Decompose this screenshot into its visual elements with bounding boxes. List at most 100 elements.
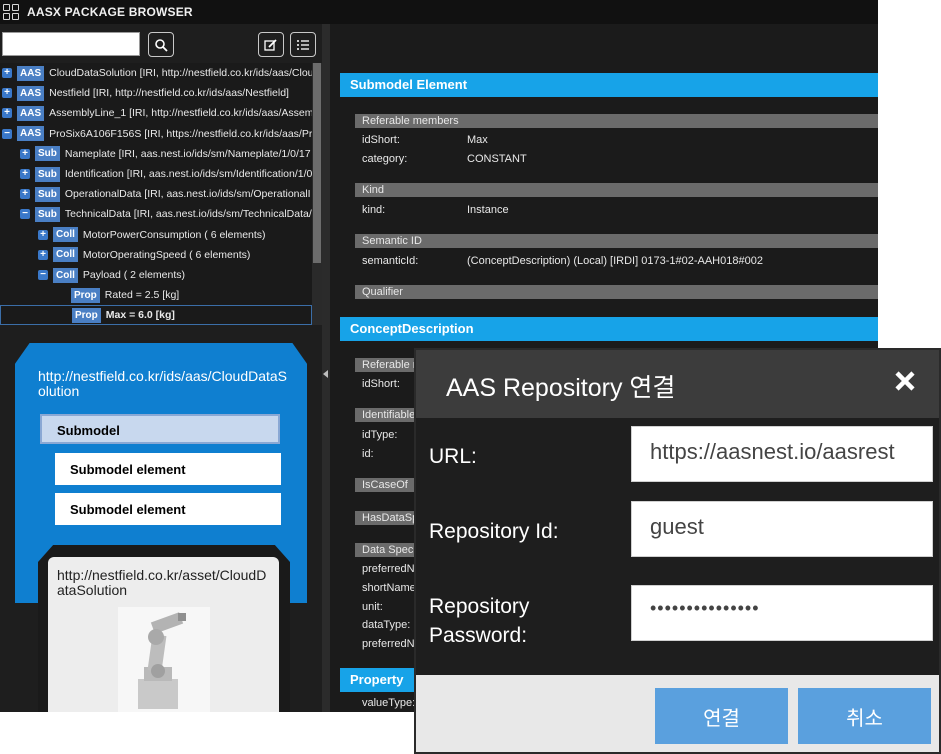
cd-idshort-key: idShort: [362, 378, 400, 390]
search-button[interactable] [148, 32, 174, 57]
node-type-badge: Coll [53, 247, 78, 263]
dialog-title: AAS Repository 연결 [446, 374, 676, 402]
group-kind: Kind [355, 183, 878, 197]
expand-icon[interactable]: + [20, 169, 30, 179]
node-type-badge: Prop [71, 287, 100, 303]
tree-row-label: Rated = 2.5 [kg] [104, 289, 180, 302]
tree-row[interactable]: + AAS Nestfield [IRI, http://nestfield.co.… [0, 83, 312, 103]
kind-value: Instance [467, 204, 509, 216]
tree-row[interactable]: + AAS CloudDataSolution [IRI, http://nestf… [0, 63, 312, 83]
password-label-line1: Repository [429, 595, 530, 618]
idtype-key: idType: [362, 429, 398, 441]
preferred-name-key-2: preferredN [362, 638, 415, 650]
search-icon [155, 38, 168, 52]
tree-row-label: Nameplate [IRI, aas.nest.io/ids/sm/Namep… [64, 147, 311, 160]
kind-key: kind: [362, 204, 386, 216]
expand-icon[interactable]: + [38, 249, 48, 260]
tree-row-label: CloudDataSolution [IRI, http://nestfield… [49, 67, 312, 79]
repository-id-label: Repository Id: [429, 520, 559, 543]
tree-row-label: ProSix6A106F156S [IRI, https://nestfield… [49, 127, 312, 140]
node-type-badge: AAS [17, 105, 45, 121]
short-name-key: shortName [362, 582, 416, 594]
tree-row[interactable]: − AAS ProSix6A106F156S [IRI, https://nestf… [0, 124, 312, 144]
robot-arm-icon [138, 612, 186, 709]
unit-key: unit: [362, 601, 383, 613]
title-bar: AASX PACKAGE BROWSER [0, 0, 878, 24]
tree-row[interactable]: + Coll MotorPowerConsumption ( 6 elements) [0, 225, 312, 245]
tree-row[interactable]: + AAS AssemblyLine_1 [IRI, http://nestfiel… [0, 103, 312, 123]
semantic-id-key: semanticId: [362, 255, 419, 267]
preferred-name-key: preferredN [362, 563, 415, 575]
tree-row[interactable]: Prop Max = 6.0 [kg] [0, 305, 312, 325]
tree-row[interactable]: + Sub Nameplate [IRI, aas.nest.io/ids/sm/N… [0, 144, 312, 164]
idshort-key: idShort: [362, 134, 400, 146]
section-submodel-element: Submodel Element [340, 73, 878, 97]
aas-id-text: http://nestfield.co.kr/ids/aas/CloudData… [38, 368, 288, 399]
valuetype-key: valueType: [362, 697, 416, 709]
expand-icon[interactable]: + [2, 108, 12, 119]
scrollbar-thumb[interactable] [313, 63, 321, 263]
tree-row[interactable]: − Coll Payload ( 2 elements) [0, 265, 312, 285]
submodel-box[interactable]: Submodel [40, 414, 280, 444]
collapse-icon[interactable]: − [2, 128, 12, 139]
repository-id-field[interactable]: guest [631, 501, 933, 557]
panel-splitter[interactable] [322, 24, 330, 712]
tree-row-label: Identification [IRI, aas.nest.io/ids/sm/… [64, 168, 312, 180]
robot-arm-image [118, 607, 210, 712]
edit-icon [264, 38, 277, 51]
node-type-badge: Sub [35, 166, 60, 182]
list-icon [297, 39, 309, 50]
node-type-badge: Sub [35, 186, 60, 202]
node-type-badge: Coll [53, 267, 78, 283]
collapse-arrow-icon[interactable] [323, 370, 328, 378]
search-input[interactable] [2, 32, 140, 56]
node-type-badge: Coll [53, 227, 78, 243]
node-type-badge: Prop [72, 307, 101, 323]
semantic-id-value: (ConceptDescription) (Local) [IRDI] 0173… [467, 255, 763, 267]
connect-button[interactable]: 연결 [655, 688, 788, 744]
category-key: category: [362, 153, 408, 165]
tree-row[interactable]: Prop Rated = 2.5 [kg] [0, 285, 312, 305]
node-type-badge: AAS [17, 65, 45, 81]
collapse-icon[interactable]: − [20, 209, 30, 220]
submodel-element-box-2[interactable]: Submodel element [55, 493, 281, 525]
package-tree: + AAS CloudDataSolution [IRI, http://nestf… [0, 63, 312, 325]
section-concept-description: ConceptDescription [340, 317, 878, 341]
tree-row[interactable]: + Sub Identification [IRI, aas.nest.io/ids… [0, 164, 312, 184]
app-title: AASX PACKAGE BROWSER [27, 5, 193, 19]
idshort-value: Max [467, 134, 488, 146]
submodel-element-box-1[interactable]: Submodel element [55, 453, 281, 485]
expand-icon[interactable]: + [20, 148, 30, 159]
app-grid-icon [3, 4, 19, 20]
tree-row-label: Max = 6.0 [kg] [105, 309, 175, 322]
tree-row[interactable]: + Sub OperationalData [IRI, aas.nest.io/id… [0, 184, 312, 204]
node-type-badge: AAS [17, 126, 45, 142]
node-type-badge: Sub [35, 146, 60, 162]
node-type-badge: Sub [35, 206, 60, 222]
cancel-button[interactable]: 취소 [798, 688, 931, 744]
tree-row[interactable]: − Sub TechnicalData [IRI, aas.nest.io/ids/… [0, 204, 312, 224]
expand-icon[interactable]: + [20, 189, 30, 200]
edit-button[interactable] [258, 32, 284, 57]
dialog-title-bar: AAS Repository 연결 [416, 350, 939, 418]
tree-row-label: AssemblyLine_1 [IRI, http://nestfield.co… [49, 107, 312, 120]
url-field[interactable]: https://aasnest.io/aasrest [631, 426, 933, 482]
collapse-icon[interactable]: − [38, 270, 48, 280]
tree-row-label: OperationalData [IRI, aas.nest.io/ids/sm… [64, 188, 311, 201]
datatype-key: dataType: [362, 619, 411, 631]
expand-icon[interactable]: + [38, 229, 48, 240]
expand-icon[interactable]: + [2, 88, 12, 99]
group-semantic-id: Semantic ID [355, 234, 878, 248]
password-label-line2: Password: [429, 624, 528, 647]
list-button[interactable] [290, 32, 316, 57]
tree-row-label: TechnicalData [IRI, aas.nest.io/ids/sm/T… [64, 208, 312, 221]
id-key: id: [362, 448, 374, 460]
close-icon[interactable] [892, 368, 918, 394]
expand-icon[interactable]: + [2, 68, 12, 78]
tree-row-label: MotorOperatingSpeed ( 6 elements) [82, 248, 251, 261]
asset-id-text: http://nestfield.co.kr/asset/CloudDataSo… [57, 567, 267, 598]
password-field[interactable]: ••••••••••••••• [631, 585, 933, 641]
tree-scrollbar[interactable] [312, 63, 322, 325]
tree-row[interactable]: + Coll MotorOperatingSpeed ( 6 elements) [0, 245, 312, 265]
category-value: CONSTANT [467, 153, 527, 165]
